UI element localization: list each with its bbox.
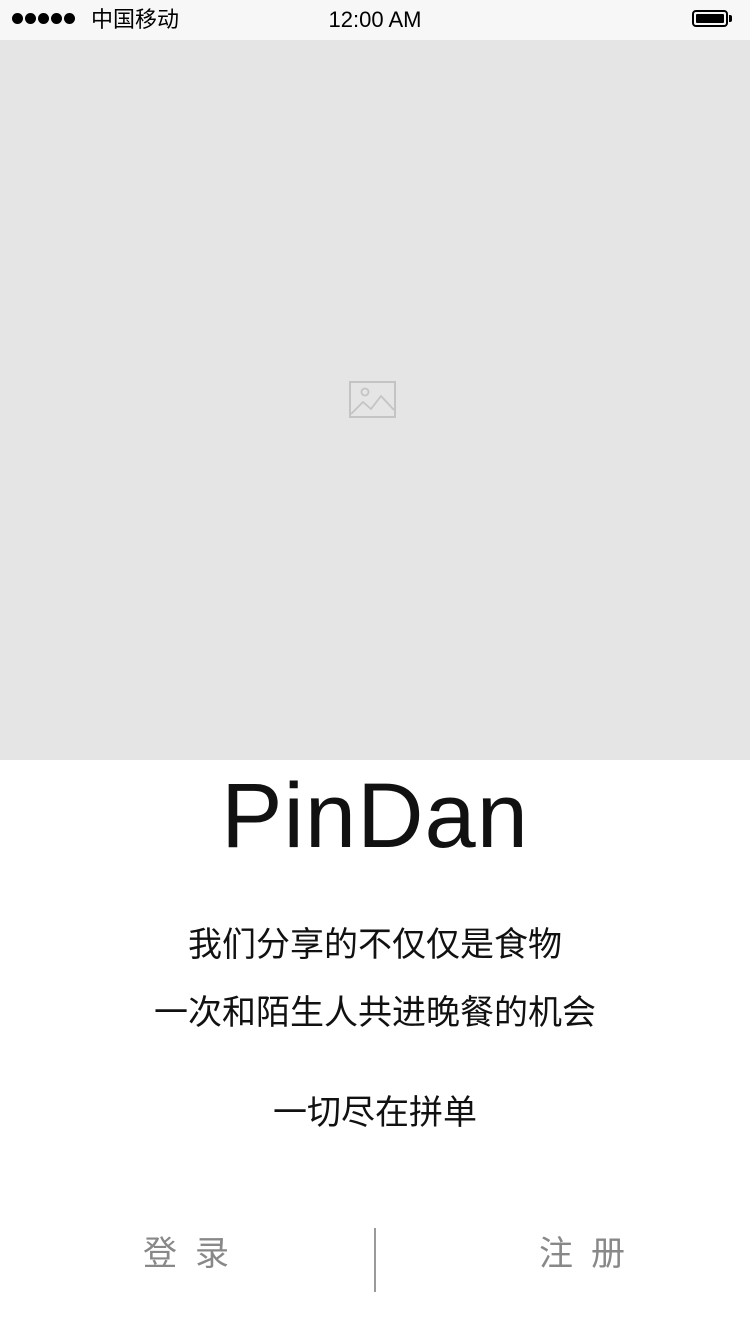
login-button[interactable]: 登录 [130,1226,260,1282]
image-placeholder-icon [349,381,396,418]
register-button[interactable]: 注册 [526,1226,656,1282]
tagline-line-2: 一次和陌生人共进晚餐的机会 [154,993,596,1033]
tagline-line-3: 一切尽在拼单 [273,1093,477,1133]
battery-icon [692,10,728,27]
battery-tip [729,15,732,22]
button-divider [374,1228,376,1292]
tagline-line-1: 我们分享的不仅仅是食物 [188,925,562,965]
hero-image [0,40,750,760]
app-title: PinDan [221,765,529,867]
status-time: 12:00 AM [328,7,422,32]
status-bar: 中国移动 12:00 AM [0,0,750,40]
